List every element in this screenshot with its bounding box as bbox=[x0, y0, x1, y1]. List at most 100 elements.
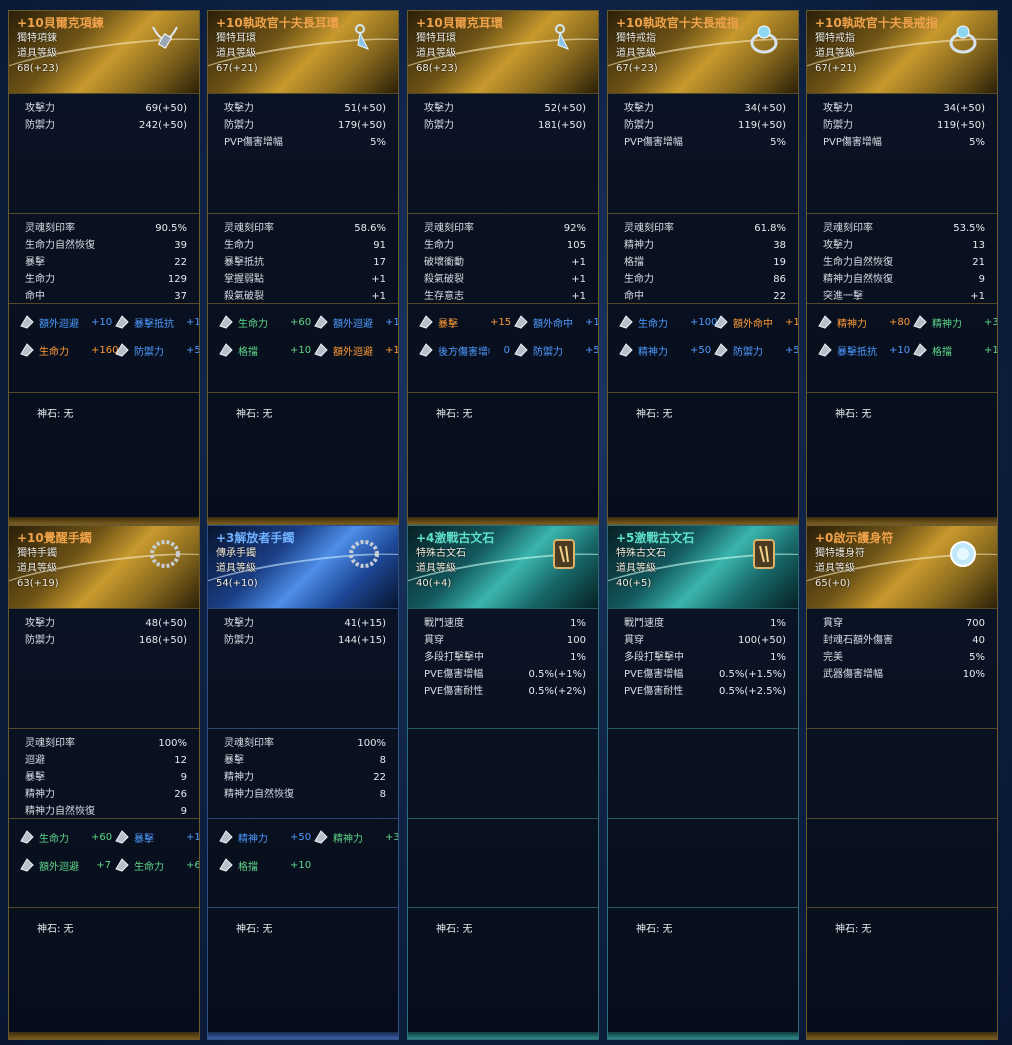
bonus-name: 格擋 bbox=[238, 861, 258, 873]
card-bottom-bar bbox=[408, 1032, 598, 1039]
feather-icon bbox=[114, 857, 130, 873]
bonus-item: 生命力 +60 bbox=[218, 314, 313, 330]
stat-row: 生命力 91 bbox=[208, 237, 398, 254]
bonus-value: +10 bbox=[585, 316, 598, 328]
item-card[interactable]: +10執政官十夫長戒指 獨特戒指 道具等級 67(+23) 攻擊力 34(+50) 防禦力 1… bbox=[607, 10, 799, 525]
stat-name: 破壞衝動 bbox=[424, 257, 464, 268]
bonus-name: 格擋 bbox=[238, 346, 258, 358]
bonus-stats bbox=[408, 818, 598, 907]
feather-icon bbox=[912, 342, 928, 358]
stat-row: PVE傷害耐性 0.5%(+2%) bbox=[408, 683, 598, 700]
item-level: 68(+23) bbox=[416, 63, 458, 74]
stat-name: 戰鬥速度 bbox=[624, 618, 664, 629]
stat-row: 防禦力 119(+50) bbox=[807, 117, 997, 134]
stat-value: 1% bbox=[570, 652, 586, 663]
bonus-value: +10 bbox=[186, 316, 199, 328]
stat-value: 91 bbox=[373, 240, 386, 251]
item-card[interactable]: +10執政官十夫長耳環 獨特耳環 道具等級 67(+21) 攻擊力 51(+50) 防禦力 1… bbox=[207, 10, 399, 525]
bonus-item: 格擋 +10 bbox=[218, 342, 313, 358]
feather-icon bbox=[313, 314, 329, 330]
item-card[interactable]: +10執政官十夫長戒指 獨特戒指 道具等級 67(+21) 攻擊力 34(+50) 防禦力 1… bbox=[806, 10, 998, 525]
item-card[interactable]: +3解放者手鐲 傳承手鐲 道具等級 54(+10) 攻擊力 41(+15) 防禦力 144(+… bbox=[207, 525, 399, 1040]
gem-section: 神石: 无 bbox=[9, 907, 199, 1027]
base-stats: 攻擊力 34(+50) 防禦力 119(+50) PVP傷害增幅 5% bbox=[608, 93, 798, 213]
stat-value: 51(+50) bbox=[344, 103, 386, 114]
stat-value: 181(+50) bbox=[538, 120, 586, 131]
stat-name: 防禦力 bbox=[224, 120, 254, 131]
feather-icon bbox=[513, 342, 529, 358]
feather-icon bbox=[19, 829, 35, 845]
stat-row: 攻擊力 51(+50) bbox=[208, 100, 398, 117]
bonus-value: +60 bbox=[91, 831, 113, 843]
stat-name: 多段打擊擊中 bbox=[424, 652, 484, 663]
gem-label: 神石: 无 bbox=[236, 924, 273, 935]
stat-name: 灵魂刻印率 bbox=[224, 223, 274, 234]
bonus-value: +10 bbox=[186, 831, 199, 843]
bonus-item: 暴擊 +10 bbox=[114, 829, 199, 845]
bonus-item: 精神力 +50 bbox=[218, 829, 313, 845]
gem-label: 神石: 无 bbox=[236, 409, 273, 420]
bonus-name: 精神力 bbox=[333, 833, 363, 845]
stat-row: 武器傷害增幅 10% bbox=[807, 666, 997, 683]
bonus-value: 0 bbox=[503, 344, 510, 356]
bonus-value: +50 bbox=[785, 344, 798, 356]
stat-name: 防禦力 bbox=[823, 120, 853, 131]
stat-name: 暴擊 bbox=[224, 755, 244, 766]
stat-row: 多段打擊擊中 1% bbox=[408, 649, 598, 666]
stat-row: 生命力自然恢復 21 bbox=[807, 254, 997, 271]
bonus-value: +15 bbox=[490, 316, 512, 328]
soul-stats bbox=[608, 728, 798, 818]
item-card[interactable]: +0啟示護身符 獨特護身符 道具等級 65(+0) 貫穿 700 封魂石額外傷害 40 完美 5%… bbox=[806, 525, 998, 1040]
bonus-value: +10 bbox=[385, 316, 398, 328]
feather-icon bbox=[218, 342, 234, 358]
stat-row: 精神力自然恢復 9 bbox=[807, 271, 997, 288]
bonus-name: 額外命中 bbox=[533, 318, 573, 330]
feather-icon bbox=[19, 314, 35, 330]
feather-icon bbox=[313, 342, 329, 358]
bonus-item: 防禦力 +50 bbox=[513, 342, 598, 358]
stat-name: 攻擊力 bbox=[823, 240, 853, 251]
stat-name: 暴擊 bbox=[25, 772, 45, 783]
bonus-name: 生命力 bbox=[39, 346, 69, 358]
bonus-item: 防禦力 +50 bbox=[713, 342, 798, 358]
stat-name: 生命力自然恢復 bbox=[823, 257, 893, 268]
bonus-value: +10 bbox=[91, 316, 113, 328]
stat-value: 48(+50) bbox=[145, 618, 187, 629]
bonus-value: +30 bbox=[385, 831, 398, 843]
bonus-value: +60 bbox=[186, 859, 199, 871]
bonus-item: 暴擊抵抗 +10 bbox=[114, 314, 199, 330]
card-bottom-bar bbox=[208, 517, 398, 524]
stat-name: 貫穿 bbox=[823, 618, 843, 629]
stat-row: 暴擊 8 bbox=[208, 752, 398, 769]
base-stats: 攻擊力 41(+15) 防禦力 144(+15) bbox=[208, 608, 398, 728]
stat-name: 精神力自然恢復 bbox=[823, 274, 893, 285]
stat-name: 灵魂刻印率 bbox=[25, 223, 75, 234]
bonus-item: 防禦力 +50 bbox=[114, 342, 199, 358]
item-card[interactable]: +5激戰古文石 特殊古文石 道具等級 40(+5) 戰鬥速度 1% 貫穿 100(+50) 多段… bbox=[607, 525, 799, 1040]
stat-value: 10% bbox=[962, 669, 985, 680]
stat-value: 700 bbox=[965, 618, 985, 629]
bonus-item: 生命力 +60 bbox=[19, 829, 114, 845]
item-card[interactable]: +10貝爾克項鍊 獨特項鍊 道具等級 68(+23) 攻擊力 69(+50) 防禦力 242(… bbox=[8, 10, 200, 525]
feather-icon bbox=[418, 314, 434, 330]
bonus-value: +15 bbox=[385, 344, 398, 356]
equipment-grid: +10貝爾克項鍊 獨特項鍊 道具等級 68(+23) 攻擊力 69(+50) 防禦力 242(… bbox=[0, 0, 1012, 1045]
bonus-stats bbox=[807, 818, 997, 907]
gem-section: 神石: 无 bbox=[208, 392, 398, 512]
stat-row: 攻擊力 13 bbox=[807, 237, 997, 254]
card-bottom-bar bbox=[807, 517, 997, 524]
stat-name: 防禦力 bbox=[224, 635, 254, 646]
stat-value: 90.5% bbox=[155, 223, 187, 234]
card-bottom-bar bbox=[9, 1032, 199, 1039]
stat-value: 9 bbox=[180, 772, 187, 783]
stat-row: 多段打擊擊中 1% bbox=[608, 649, 798, 666]
bonus-item: 額外迴避 +10 bbox=[19, 314, 114, 330]
stat-value: 5% bbox=[370, 137, 386, 148]
gem-section: 神石: 无 bbox=[408, 392, 598, 512]
feather-icon bbox=[418, 342, 434, 358]
item-card[interactable]: +10覺醒手鐲 獨特手鐲 道具等級 63(+19) 攻擊力 48(+50) 防禦力 168(+… bbox=[8, 525, 200, 1040]
item-card[interactable]: +10貝爾克耳環 獨特耳環 道具等級 68(+23) 攻擊力 52(+50) 防禦力 181(… bbox=[407, 10, 599, 525]
stat-row: 精神力 26 bbox=[9, 786, 199, 803]
item-card[interactable]: +4激戰古文石 特殊古文石 道具等級 40(+4) 戰鬥速度 1% 貫穿 100 多段打擊擊中 1… bbox=[407, 525, 599, 1040]
item-level: 67(+23) bbox=[616, 63, 658, 74]
